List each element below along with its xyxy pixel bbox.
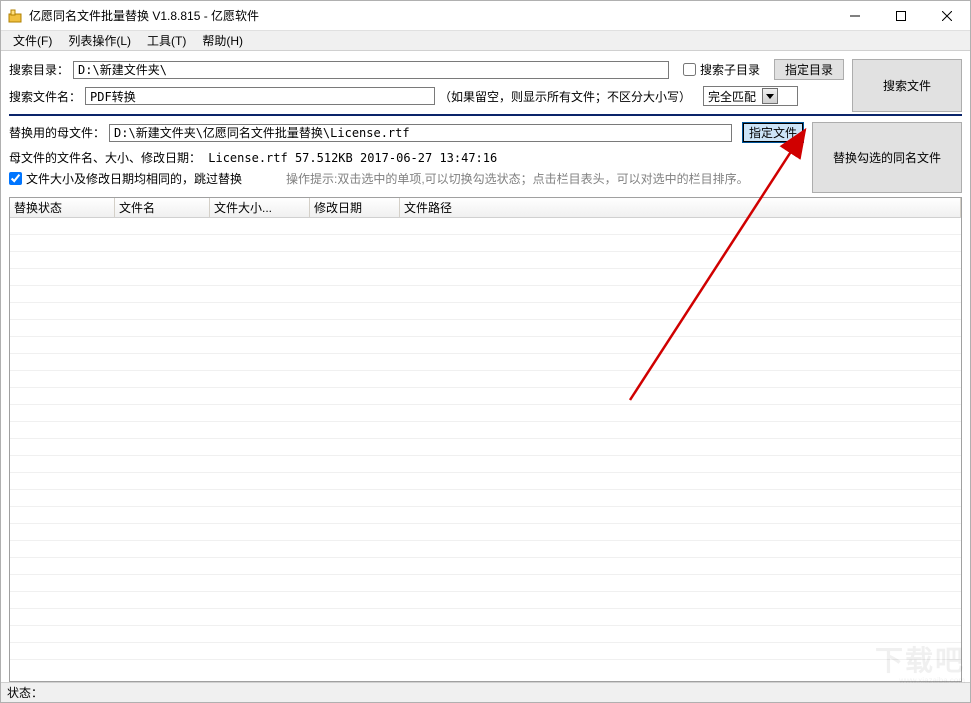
source-info-prefix: 母文件的文件名、大小、修改日期：	[9, 151, 201, 165]
operation-hint: 操作提示:双击选中的单项,可以切换勾选状态；点击栏目表头，可以对选中的栏目排序。	[286, 170, 749, 187]
dropdown-icon	[762, 88, 778, 104]
table-row	[10, 337, 961, 354]
col-path[interactable]: 文件路径	[400, 198, 961, 217]
table-row	[10, 575, 961, 592]
table-row	[10, 524, 961, 541]
match-mode-select[interactable]: 完全匹配	[703, 86, 798, 106]
specify-dir-button[interactable]: 指定目录	[774, 59, 844, 80]
status-bar: 状态：	[1, 682, 970, 702]
table-row	[10, 439, 961, 456]
table-row	[10, 405, 961, 422]
col-name[interactable]: 文件名	[115, 198, 210, 217]
empty-hint: （如果留空，则显示所有文件；不区分大小写）	[439, 88, 691, 105]
title-bar: 亿愿同名文件批量替换 V1.8.815 - 亿愿软件	[1, 1, 970, 31]
window-title: 亿愿同名文件批量替换 V1.8.815 - 亿愿软件	[29, 7, 832, 24]
source-info-value: License.rtf 57.512KB 2017-06-27 13:47:16	[208, 151, 497, 165]
menu-tools[interactable]: 工具(T)	[139, 30, 194, 51]
search-dir-input[interactable]	[73, 61, 669, 79]
replace-source-label: 替换用的母文件：	[9, 124, 105, 141]
menu-list[interactable]: 列表操作(L)	[60, 30, 139, 51]
table-row	[10, 218, 961, 235]
search-dir-label: 搜索目录：	[9, 61, 69, 78]
menu-file[interactable]: 文件(F)	[5, 30, 60, 51]
table-row	[10, 354, 961, 371]
table-row	[10, 541, 961, 558]
table-header: 替换状态 文件名 文件大小... 修改日期 文件路径	[10, 198, 961, 218]
col-status[interactable]: 替换状态	[10, 198, 115, 217]
table-body[interactable]	[10, 218, 961, 681]
table-row	[10, 643, 961, 660]
status-label: 状态：	[7, 684, 43, 701]
file-table: 替换状态 文件名 文件大小... 修改日期 文件路径	[9, 197, 962, 682]
table-row	[10, 592, 961, 609]
table-row	[10, 626, 961, 643]
app-icon	[7, 8, 23, 24]
table-row	[10, 252, 961, 269]
menu-bar: 文件(F) 列表操作(L) 工具(T) 帮助(H)	[1, 31, 970, 51]
table-row	[10, 286, 961, 303]
search-subdir-checkbox[interactable]	[683, 63, 696, 76]
table-row	[10, 269, 961, 286]
match-mode-value: 完全匹配	[708, 88, 756, 105]
minimize-button[interactable]	[832, 1, 878, 31]
search-subdir-label: 搜索子目录	[700, 61, 760, 78]
separator	[9, 114, 962, 116]
skip-same-label: 文件大小及修改日期均相同的，跳过替换	[26, 170, 242, 187]
maximize-button[interactable]	[878, 1, 924, 31]
search-name-label: 搜索文件名：	[9, 88, 81, 105]
search-name-input[interactable]	[85, 87, 435, 105]
specify-file-button[interactable]: 指定文件	[742, 122, 804, 143]
table-row	[10, 422, 961, 439]
table-row	[10, 473, 961, 490]
table-row	[10, 456, 961, 473]
table-row	[10, 490, 961, 507]
col-size[interactable]: 文件大小...	[210, 198, 310, 217]
replace-source-input[interactable]	[109, 124, 732, 142]
skip-same-checkbox[interactable]	[9, 172, 22, 185]
table-row	[10, 303, 961, 320]
col-mtime[interactable]: 修改日期	[310, 198, 400, 217]
menu-help[interactable]: 帮助(H)	[194, 30, 251, 51]
search-files-button[interactable]: 搜索文件	[852, 59, 962, 112]
table-row	[10, 558, 961, 575]
close-button[interactable]	[924, 1, 970, 31]
table-row	[10, 388, 961, 405]
table-row	[10, 507, 961, 524]
table-row	[10, 320, 961, 337]
table-row	[10, 235, 961, 252]
replace-checked-button[interactable]: 替换勾选的同名文件	[812, 122, 962, 193]
table-row	[10, 609, 961, 626]
table-row	[10, 371, 961, 388]
